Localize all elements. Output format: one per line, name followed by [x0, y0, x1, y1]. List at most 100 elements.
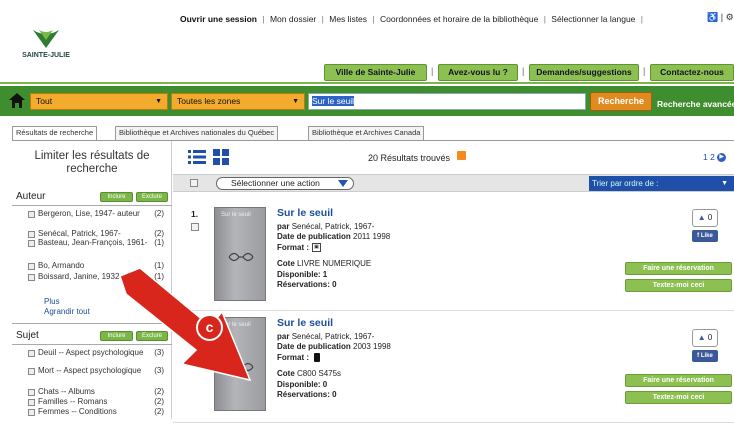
result-checkbox[interactable]	[191, 223, 199, 231]
requests-button[interactable]: Demandes/suggestions	[529, 64, 639, 81]
text-me-button[interactable]: Textez-moi ceci	[625, 391, 732, 404]
facet-checkbox[interactable]	[28, 409, 35, 416]
separator: |	[262, 14, 265, 24]
sort-select-label: Trier par ordre de :	[592, 179, 659, 188]
contact-button[interactable]: Contactez-nous	[650, 64, 734, 81]
author-exclude-button[interactable]: Exclure	[136, 192, 168, 202]
facet-label: Basteau, Jean-François, 1961-	[38, 238, 148, 247]
format-label: Format :	[277, 243, 309, 252]
settings-icon[interactable]: ⚙	[726, 12, 734, 22]
have-you-read-button[interactable]: Avez-vous lu ?	[438, 64, 518, 81]
grid-view-icon[interactable]	[213, 149, 229, 165]
facet-checkbox[interactable]	[28, 399, 35, 406]
ebook-format-icon: ▣	[312, 243, 321, 253]
like-counter[interactable]: ▲ 0	[692, 329, 718, 347]
facet-label: Senécal, Patrick, 1967-	[38, 229, 121, 238]
tab-bac[interactable]: Bibliothèque et Archives Canada	[308, 126, 425, 140]
search-button[interactable]: Recherche	[590, 92, 652, 111]
separator: |	[543, 14, 546, 24]
author-label: par	[277, 332, 290, 341]
action-select[interactable]: Sélectionner une action	[216, 177, 354, 190]
search-input[interactable]: Sur le seuil	[308, 93, 586, 110]
zones-select[interactable]: Toutes les zones ▼	[171, 93, 305, 110]
more-link[interactable]: Plus	[44, 297, 60, 306]
facet-count: (2)	[154, 209, 164, 218]
facebook-like-label: Like	[700, 233, 713, 239]
annotation-arrow-icon	[119, 268, 252, 382]
date-label: Date de publication	[277, 232, 351, 241]
facet-checkbox[interactable]	[28, 389, 35, 396]
language-link[interactable]: Sélectionner la langue	[551, 14, 635, 24]
expand-all-link[interactable]: Agrandir tout	[44, 307, 90, 316]
date-label: Date de publication	[277, 342, 351, 351]
top-icons: ♿ | ⚙	[707, 12, 734, 23]
like-count: 0	[707, 333, 713, 342]
result-title-link[interactable]: Sur le seuil	[277, 207, 333, 219]
result-format: Format : ▣	[277, 243, 321, 253]
rss-icon[interactable]	[457, 151, 466, 160]
facet-count: (2)	[154, 397, 164, 406]
author-link[interactable]: Senécal, Patrick, 1967-	[292, 332, 375, 341]
cover-title: Sur le seuil	[221, 212, 251, 218]
facet-checkbox[interactable]	[28, 263, 35, 270]
advanced-search-link[interactable]: Recherche avancée	[657, 99, 734, 109]
tab-search-results[interactable]: Résultats de recherche	[12, 126, 98, 140]
sort-select[interactable]: Trier par ordre de : ▼	[589, 176, 734, 191]
separator: |	[431, 66, 434, 76]
page-numbers[interactable]: 1 2	[703, 152, 715, 162]
result-title-link[interactable]: Sur le seuil	[277, 317, 333, 329]
dropdown-arrow-icon	[338, 180, 348, 187]
home-icon[interactable]	[8, 92, 26, 109]
availability: Disponible: 0	[277, 380, 328, 389]
tab-banq[interactable]: Bibliothèque et Archives nationales du Q…	[115, 126, 279, 140]
facet-checkbox[interactable]	[28, 274, 35, 281]
facet-checkbox[interactable]	[28, 240, 35, 247]
select-all-checkbox[interactable]	[190, 179, 198, 187]
reservations: Réservations: 0	[277, 280, 337, 289]
facet-checkbox[interactable]	[28, 368, 35, 375]
login-link[interactable]: Ouvrir une session	[180, 14, 257, 24]
action-select-label: Sélectionner une action	[231, 178, 320, 188]
city-button[interactable]: Ville de Sainte-Julie	[324, 64, 427, 81]
reserve-button[interactable]: Faire une réservation	[625, 262, 732, 275]
annotation-badge: c	[196, 314, 223, 341]
facet-panel-title: Limiter les résultats de recherche	[34, 150, 150, 175]
pagination[interactable]: 1 2 ▶	[703, 152, 727, 163]
top-links: Ouvrir une session | Mon dossier | Mes l…	[180, 14, 646, 24]
result-date: Date de publication 2011 1998	[277, 232, 390, 241]
list-view-icon[interactable]	[188, 149, 206, 165]
result-author: par Senécal, Patrick, 1967-	[277, 222, 374, 231]
like-counter[interactable]: ▲ 0	[692, 209, 718, 227]
reservations: Réservations: 0	[277, 390, 337, 399]
facet-count: (1)	[154, 238, 164, 247]
separator: |	[372, 14, 375, 24]
separator: |	[640, 14, 644, 24]
facebook-like-label: Like	[700, 353, 713, 359]
my-lists-link[interactable]: Mes listes	[329, 14, 367, 24]
facebook-like-button[interactable]: f Like	[692, 350, 718, 362]
author-include-button[interactable]: Inclure	[100, 192, 133, 202]
scope-select[interactable]: Tout ▼	[30, 93, 168, 110]
result-number: 1.	[191, 209, 199, 219]
next-page-icon[interactable]: ▶	[717, 153, 727, 163]
text-me-button[interactable]: Textez-moi ceci	[625, 279, 732, 292]
my-account-link[interactable]: Mon dossier	[270, 14, 316, 24]
cote-value: LIVRE NUMERIQUE	[297, 259, 372, 268]
dropdown-arrow-icon: ▼	[721, 180, 728, 187]
reserve-button[interactable]: Faire une réservation	[625, 374, 732, 387]
zones-value: Toutes les zones	[177, 96, 241, 106]
like-count: 0	[707, 213, 713, 222]
accessibility-icon[interactable]: ♿	[707, 12, 718, 22]
author-link[interactable]: Senécal, Patrick, 1967-	[292, 222, 375, 231]
facet-checkbox[interactable]	[28, 350, 35, 357]
dropdown-arrow-icon: ▼	[292, 98, 299, 105]
facet-count: (2)	[154, 387, 164, 396]
facet-checkbox[interactable]	[28, 211, 35, 218]
cote-value: C800 S475s	[297, 369, 342, 378]
result-cote: Cote C800 S475s	[277, 369, 341, 378]
ornament-icon	[228, 252, 254, 262]
library-logo[interactable]: SAINTE-JULIE	[16, 28, 76, 59]
facebook-like-button[interactable]: f Like	[692, 230, 718, 242]
library-hours-link[interactable]: Coordonnées et horaire de la bibliothèqu…	[380, 14, 538, 24]
facet-checkbox[interactable]	[28, 231, 35, 238]
